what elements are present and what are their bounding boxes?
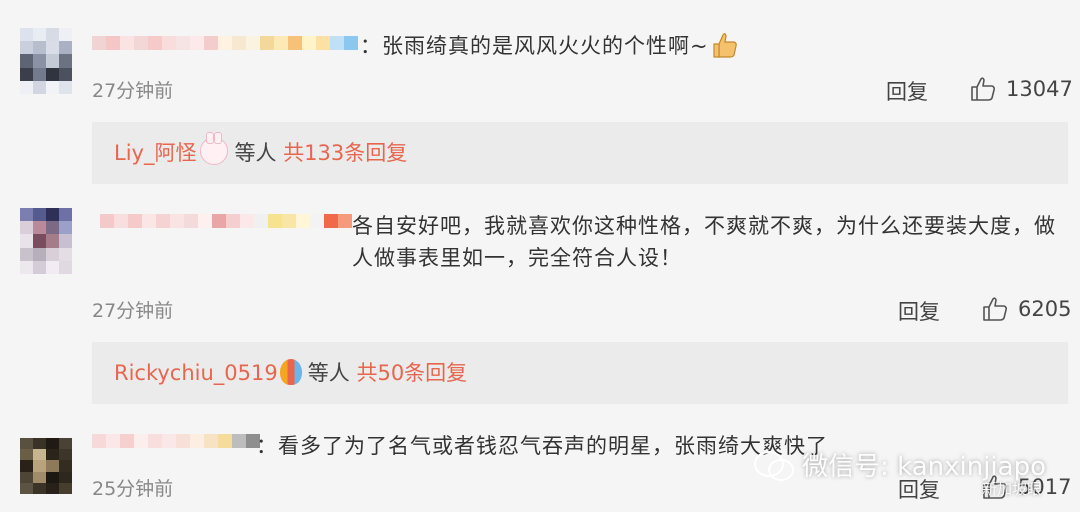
thumbs-up-icon [983,297,1008,321]
balloon-emoji-icon [279,359,302,385]
comment-time: 27分钟前 [92,300,174,322]
reply-button[interactable]: 回复 [898,296,940,326]
comment-text: 各自安好吧，我就喜欢你这种性格，不爽就不爽，为什么还要装大度，做人做事表里如一，… [352,214,1056,270]
comment-time: 27分钟前 [92,80,174,102]
wechat-icon [754,449,795,481]
subreply-etc: 等人 [307,361,350,385]
subreply-user[interactable]: Rickychiu_0519 [114,361,278,385]
like-button[interactable]: 6205 [982,296,1071,322]
thumbs-up-emoji-icon [713,31,739,59]
subreply-count[interactable]: 共133条回复 [283,141,407,165]
like-count: 6205 [1018,297,1072,321]
subreplies-box[interactable]: Rickychiu_0519 等人 共50条回复 [92,342,1068,404]
subreply-user[interactable]: Liy_阿怪 [114,141,196,165]
avatar[interactable] [20,28,72,94]
watermark-subtext: 新加坡眼 [981,480,1042,498]
username-blurred[interactable] [100,208,352,234]
reply-button[interactable]: 回复 [886,76,928,106]
subreply-etc: 等人 [234,141,277,165]
like-button[interactable]: 13047 [970,76,1073,102]
comment-time: 25分钟前 [92,478,174,500]
subreply-count[interactable]: 共50条回复 [356,361,467,385]
avatar[interactable] [20,438,72,494]
subreplies-box[interactable]: Liy_阿怪 等人 共133条回复 [92,122,1068,184]
username-blurred[interactable] [92,428,260,454]
username-blurred[interactable] [92,30,358,56]
like-count: 13047 [1006,77,1073,101]
comment-text: ：张雨绮真的是风风火火的个性啊~ [360,30,1056,62]
bunny-emoji-icon [200,132,229,165]
thumbs-up-icon [971,77,996,101]
avatar[interactable] [20,208,72,274]
